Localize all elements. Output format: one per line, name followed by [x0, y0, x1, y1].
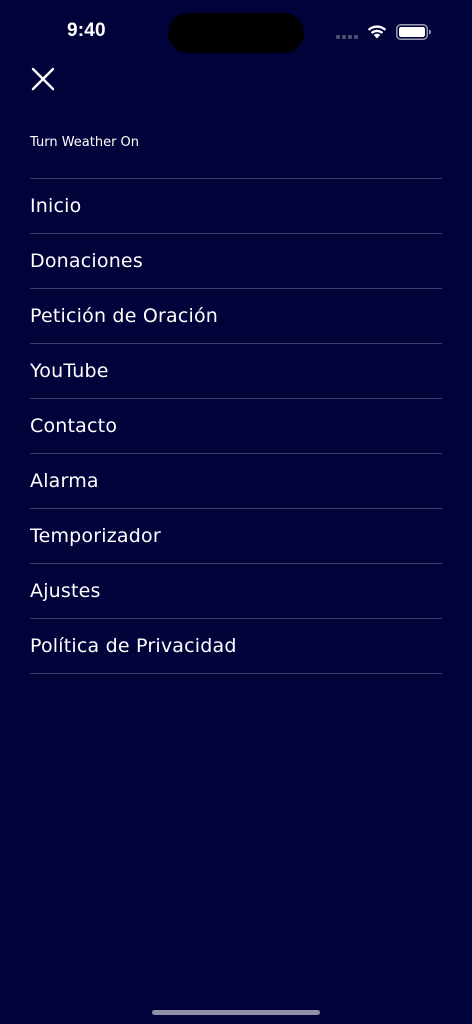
menu-screen: 9:40 Turn Weather On Inicio Donaciones P…	[0, 0, 472, 1024]
menu-item-politica-de-privacidad[interactable]: Política de Privacidad	[30, 619, 442, 674]
menu-item-alarma[interactable]: Alarma	[30, 454, 442, 509]
dynamic-island	[168, 13, 304, 53]
menu-item-youtube[interactable]: YouTube	[30, 344, 442, 399]
menu-item-contacto[interactable]: Contacto	[30, 399, 442, 454]
navigation-menu: Inicio Donaciones Petición de Oración Yo…	[30, 178, 442, 674]
cellular-signal-icon	[336, 35, 360, 40]
battery-icon	[396, 24, 431, 40]
menu-item-inicio[interactable]: Inicio	[30, 179, 442, 234]
wifi-icon	[367, 25, 387, 39]
home-indicator[interactable]	[152, 1010, 320, 1015]
close-icon	[31, 67, 55, 91]
menu-item-peticion-de-oracion[interactable]: Petición de Oración	[30, 289, 442, 344]
close-button[interactable]	[26, 62, 60, 96]
menu-item-temporizador[interactable]: Temporizador	[30, 509, 442, 564]
menu-item-ajustes[interactable]: Ajustes	[30, 564, 442, 619]
status-bar: 9:40	[0, 0, 472, 64]
menu-item-donaciones[interactable]: Donaciones	[30, 234, 442, 289]
weather-toggle-button[interactable]: Turn Weather On	[30, 135, 139, 150]
status-time: 9:40	[67, 20, 106, 41]
